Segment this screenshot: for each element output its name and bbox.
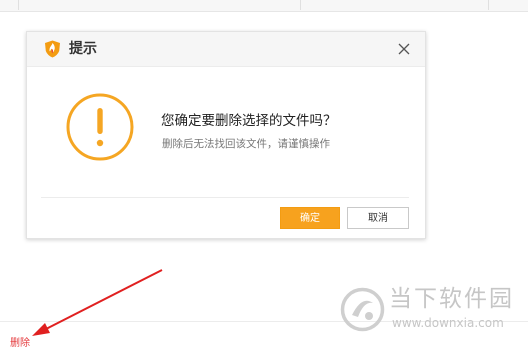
exclamation-warning-icon — [66, 93, 134, 161]
shield-logo-icon — [45, 40, 60, 58]
watermark-logo-icon — [340, 287, 385, 332]
dialog-title: 提示 — [69, 41, 97, 57]
file-table-header — [0, 0, 528, 12]
header-column-divider — [18, 0, 19, 10]
dialog-divider — [41, 197, 409, 198]
delete-confirm-dialog: 提示 您确定要删除选择的文件吗？ 删除后无法找回该文件，请谨慎操作 确定 取消 — [26, 31, 426, 239]
header-column-divider — [488, 0, 489, 10]
confirm-question: 您确定要删除选择的文件吗？ — [161, 113, 337, 129]
cancel-button[interactable]: 取消 — [347, 207, 409, 229]
watermark-brand: 当下软件园 — [389, 286, 514, 312]
dialog-titlebar: 提示 — [27, 32, 425, 67]
confirm-warning-note: 删除后无法找回该文件，请谨慎操作 — [162, 138, 330, 150]
close-icon[interactable] — [397, 42, 411, 56]
delete-link[interactable]: 删除 — [10, 338, 30, 350]
header-column-divider — [300, 0, 301, 10]
confirm-button[interactable]: 确定 — [280, 207, 340, 229]
watermark-url: www.downxia.com — [392, 316, 504, 330]
